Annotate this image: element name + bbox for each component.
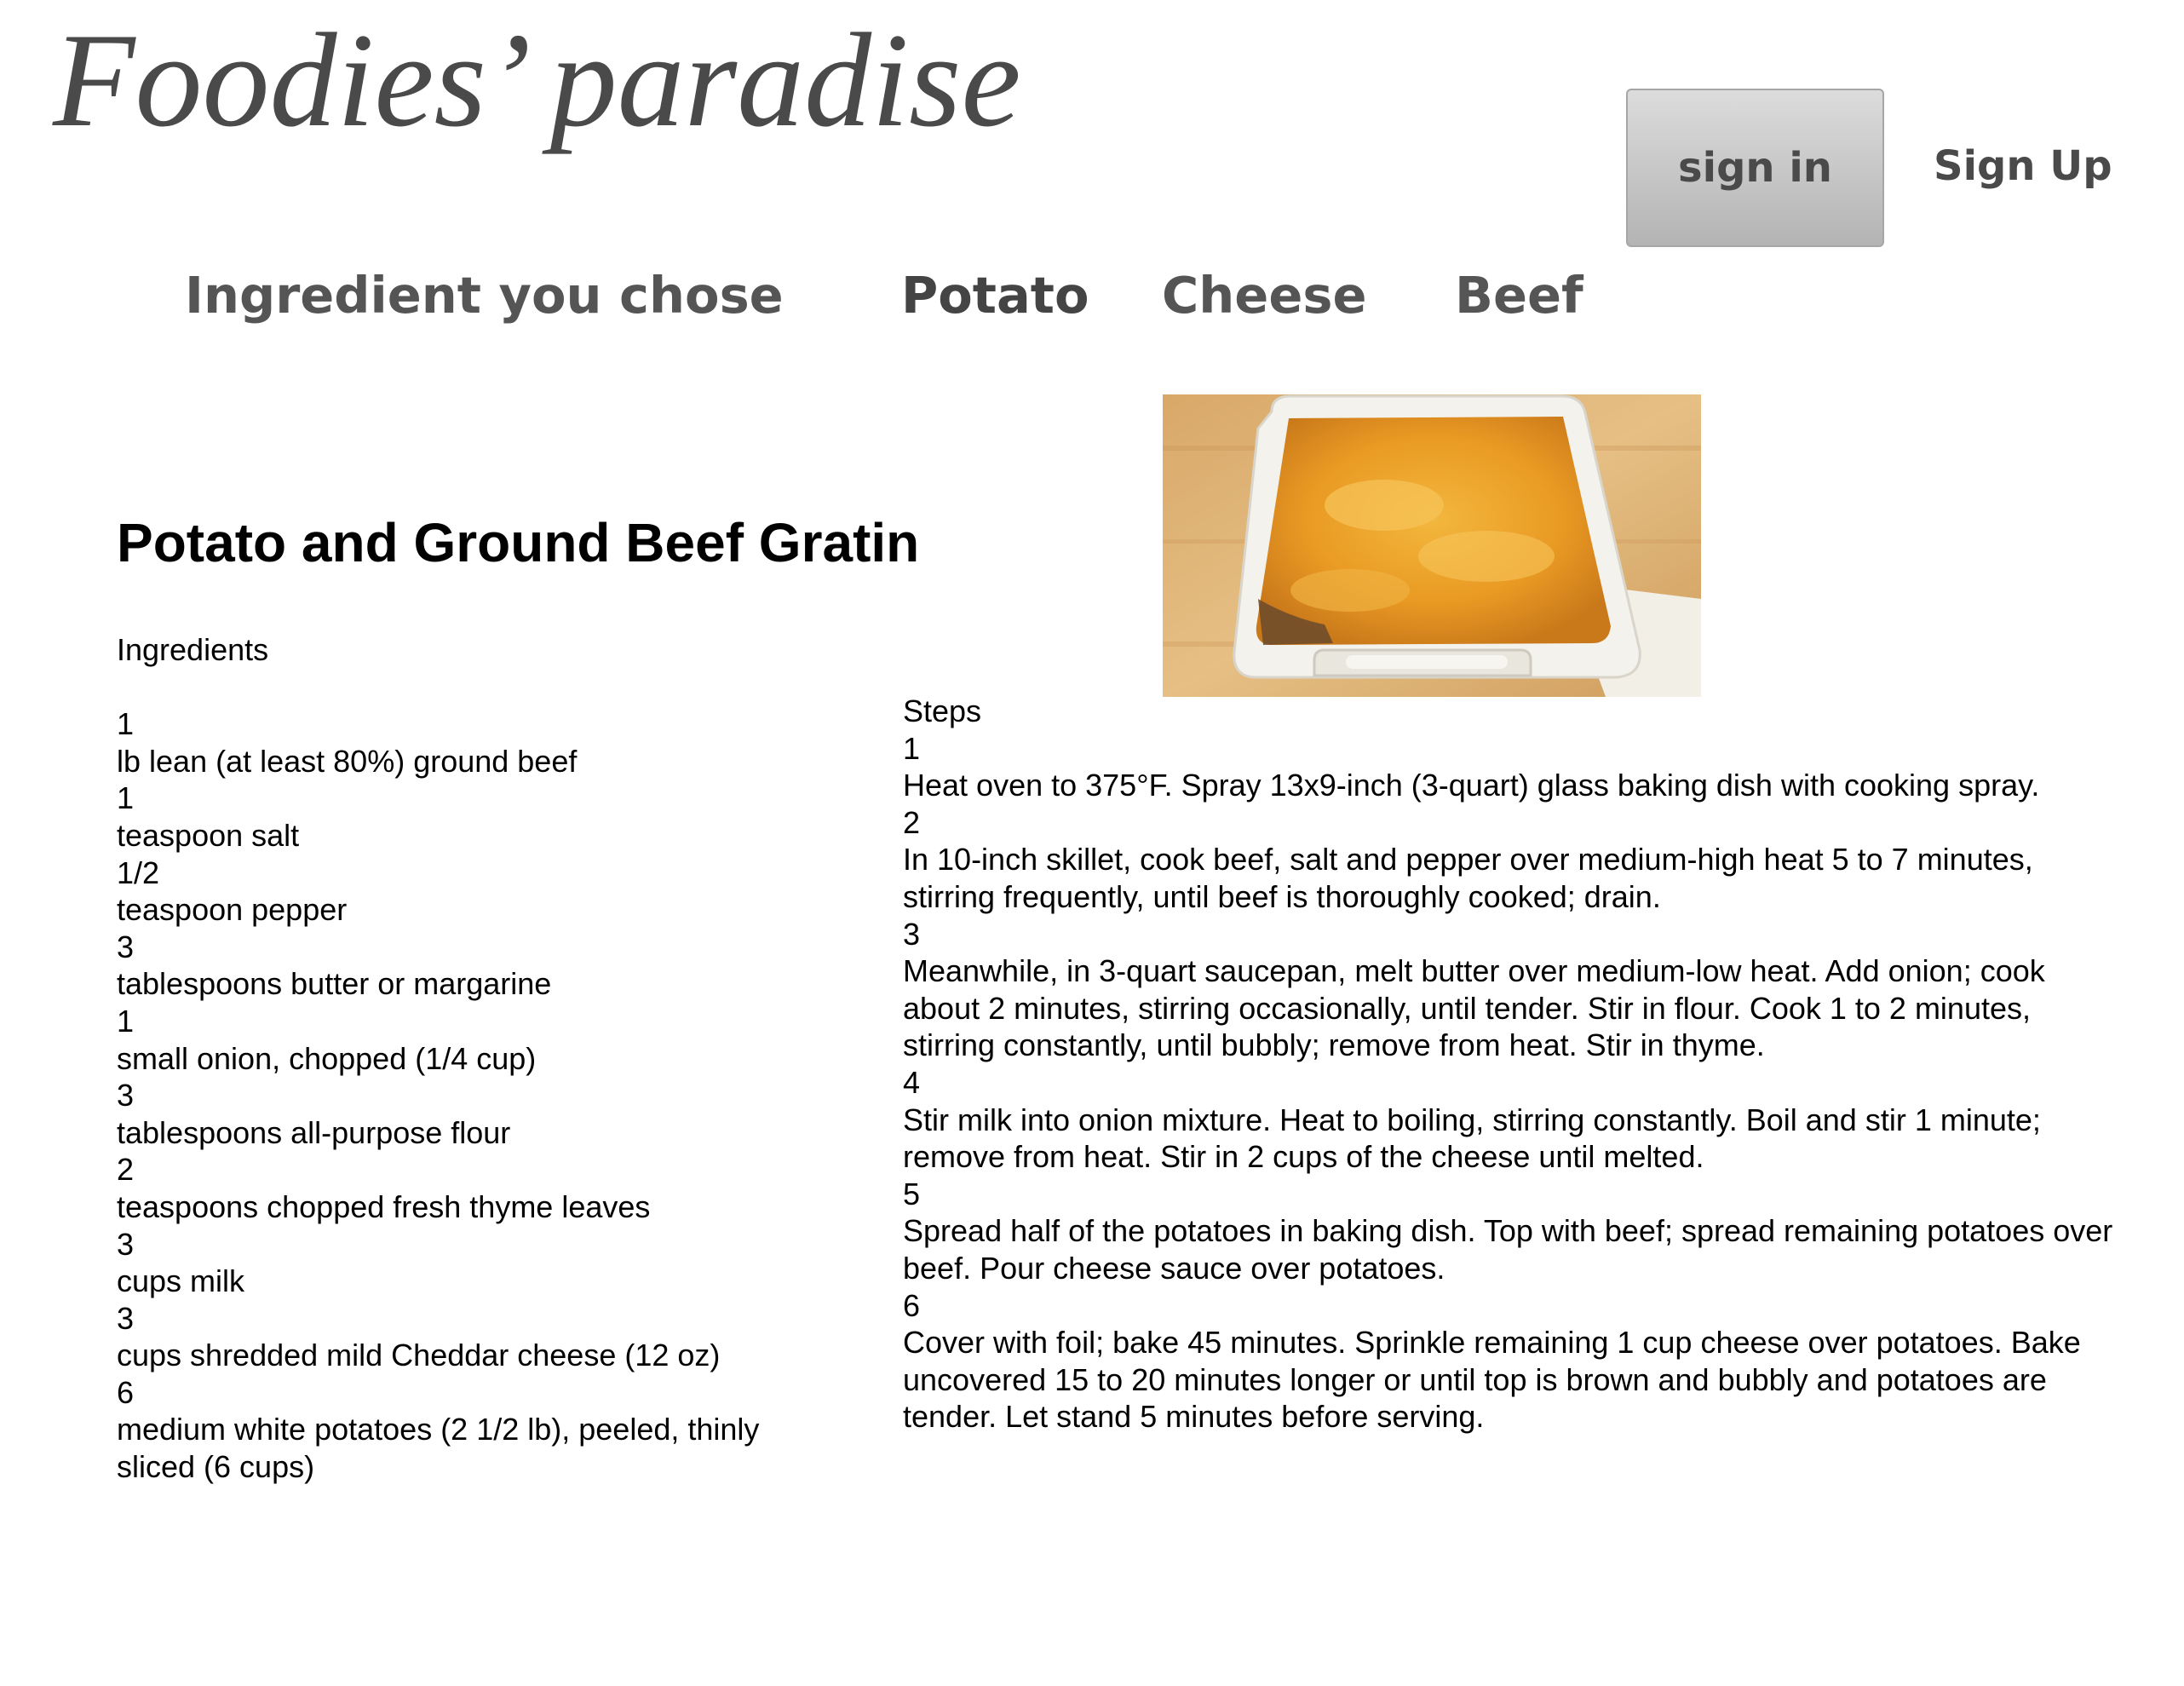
step-text: In 10-inch skillet, cook beef, salt and … [903, 842, 2033, 914]
ingredient-item: small onion, chopped (1/4 cup) [117, 1040, 537, 1076]
ingredient-item: teaspoons chopped fresh thyme leaves [117, 1188, 651, 1224]
ingredients-heading: Ingredients [117, 632, 269, 667]
ingredient-qty: 3 [117, 929, 135, 964]
recipe-photo [1163, 394, 1701, 697]
step-text: Spread half of the potatoes in baking di… [903, 1213, 2113, 1286]
step-number: 4 [903, 1064, 921, 1100]
ingredients-list: Ingredients 1 lb lean (at least 80%) gro… [117, 631, 798, 1486]
step-number: 5 [903, 1176, 921, 1211]
ingredient-chip-potato[interactable]: Potato [901, 266, 1089, 325]
step-number: 3 [903, 916, 921, 952]
ingredient-item: tablespoons all-purpose flour [117, 1114, 511, 1150]
step-number: 6 [903, 1287, 921, 1323]
ingredient-qty: 1 [117, 780, 135, 816]
ingredient-item: cups shredded mild Cheddar cheese (12 oz… [117, 1338, 721, 1373]
ingredient-qty: 1/2 [117, 855, 160, 890]
step-text: Heat oven to 375°F. Spray 13x9-inch (3-q… [903, 768, 2040, 803]
ingredient-item: teaspoon salt [117, 817, 300, 853]
step-text: Stir milk into onion mixture. Heat to bo… [903, 1102, 2041, 1175]
ingredient-qty: 2 [117, 1152, 135, 1188]
steps-heading: Steps [903, 693, 982, 728]
steps-list: Steps 1 Heat oven to 375°F. Spray 13x9-i… [903, 693, 2121, 1436]
ingredient-item: medium white potatoes (2 1/2 lb), peeled… [117, 1412, 760, 1485]
ingredient-qty: 3 [117, 1078, 135, 1113]
sign-up-button[interactable]: Sign Up [1934, 128, 2112, 204]
ingredient-chip-beef[interactable]: Beef [1455, 266, 1583, 325]
sign-in-button[interactable]: sign in [1626, 89, 1884, 247]
ingredient-item: cups milk [117, 1263, 245, 1299]
ingredient-qty: 1 [117, 706, 135, 742]
ingredient-item: teaspoon pepper [117, 892, 348, 928]
ingredient-qty: 1 [117, 1003, 135, 1039]
ingredient-bar-label: Ingredient you chose [185, 266, 784, 325]
site-logo[interactable]: Foodies’ paradise [53, 0, 1021, 162]
ingredient-item: tablespoons butter or margarine [117, 966, 552, 1002]
ingredient-qty: 6 [117, 1374, 135, 1410]
ingredient-qty: 3 [117, 1300, 135, 1336]
step-number: 2 [903, 804, 921, 840]
step-text: Meanwhile, in 3-quart saucepan, melt but… [903, 953, 2045, 1063]
recipe-title: Potato and Ground Beef Gratin [117, 512, 920, 573]
ingredient-item: lb lean (at least 80%) ground beef [117, 743, 578, 779]
ingredient-chip-cheese[interactable]: Cheese [1162, 266, 1366, 325]
ingredient-qty: 3 [117, 1226, 135, 1262]
step-text: Cover with foil; bake 45 minutes. Sprink… [903, 1325, 2081, 1435]
step-number: 1 [903, 730, 921, 766]
